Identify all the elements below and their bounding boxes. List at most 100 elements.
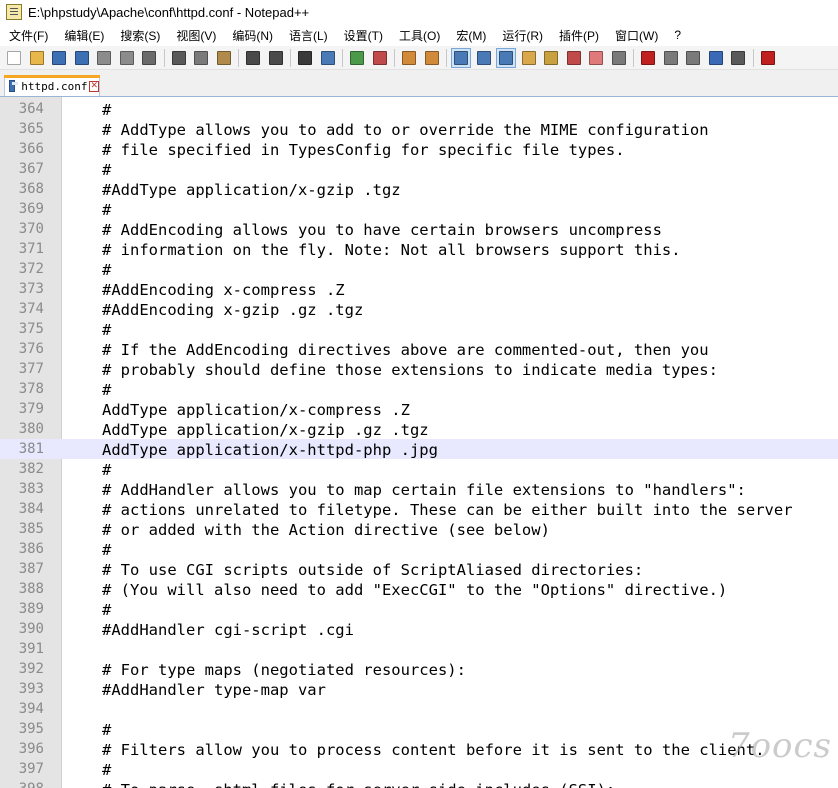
menu-item[interactable]: 工具(O) xyxy=(390,27,447,44)
code-line[interactable]: 387 # To use CGI scripts outside of Scrip… xyxy=(0,559,838,579)
code-line[interactable]: 372 # xyxy=(0,259,838,279)
code-line[interactable]: 381 AddType application/x-httpd-php .jpg xyxy=(0,439,838,459)
code-line[interactable]: 384 # actions unrelated to filetype. Thes… xyxy=(0,499,838,519)
replace-button[interactable] xyxy=(318,48,338,68)
editor[interactable]: 364 #365 # AddType allows you to add to or… xyxy=(0,97,838,788)
code-line[interactable]: 366 # file specified in TypesConfig for s… xyxy=(0,139,838,159)
line-text: # xyxy=(102,721,112,739)
print-button[interactable] xyxy=(139,48,159,68)
doc-map-button[interactable] xyxy=(541,48,561,68)
save-all-button[interactable] xyxy=(72,48,92,68)
code-line[interactable]: 378 # xyxy=(0,379,838,399)
zoom-in-button[interactable] xyxy=(347,48,367,68)
code-line[interactable]: 394 xyxy=(0,699,838,719)
find-button[interactable] xyxy=(295,48,315,68)
code-line[interactable]: 388 # (You will also need to add "ExecCGI… xyxy=(0,579,838,599)
tab-close-icon[interactable]: ✕ xyxy=(89,80,99,92)
menu-item[interactable]: 语言(L) xyxy=(280,27,335,44)
line-text: # or added with the Action directive (se… xyxy=(102,521,550,539)
code-line[interactable]: 391 xyxy=(0,639,838,659)
redo-button[interactable] xyxy=(266,48,286,68)
new-file-button[interactable] xyxy=(4,48,24,68)
code-line[interactable]: 398 # To parse .shtml files for server-si… xyxy=(0,779,838,788)
line-number: 392 xyxy=(18,661,44,677)
menu-item[interactable]: 编码(N) xyxy=(223,27,280,44)
zoom-out-button[interactable] xyxy=(370,48,390,68)
open-file-button[interactable] xyxy=(27,48,47,68)
code-line[interactable]: 371 # information on the fly. Note: Not a… xyxy=(0,239,838,259)
saved-file-icon xyxy=(9,80,19,92)
cut-button[interactable] xyxy=(169,48,189,68)
line-number: 389 xyxy=(18,601,44,617)
play-macro-button[interactable] xyxy=(683,48,703,68)
play-macro-icon xyxy=(686,50,700,65)
sync-horizontal-button[interactable] xyxy=(422,48,442,68)
code-line[interactable]: 397 # xyxy=(0,759,838,779)
save-all-icon xyxy=(74,50,89,65)
sync-vertical-icon xyxy=(402,50,416,65)
code-line[interactable]: 380 AddType application/x-gzip .gz .tgz xyxy=(0,419,838,439)
tab-label: httpd.conf xyxy=(21,79,88,93)
code-line[interactable]: 370 # AddEncoding allows you to have cert… xyxy=(0,219,838,239)
code-line[interactable]: 382 # xyxy=(0,459,838,479)
code-line[interactable]: 367 # xyxy=(0,159,838,179)
show-all-chars-button[interactable] xyxy=(474,48,494,68)
run-macro-multiple-button[interactable] xyxy=(706,48,726,68)
paste-button[interactable] xyxy=(214,48,234,68)
code-line[interactable]: 368 #AddType application/x-gzip .tgz xyxy=(0,179,838,199)
folder-workspace-button[interactable] xyxy=(586,48,606,68)
monitoring-icon xyxy=(611,50,626,65)
title-bar: E:\phpstudy\Apache\conf\httpd.conf - Not… xyxy=(0,0,838,24)
tab-httpd-conf[interactable]: httpd.conf ✕ xyxy=(4,75,100,96)
code-line[interactable]: 379 AddType application/x-compress .Z xyxy=(0,399,838,419)
copy-icon xyxy=(194,50,208,65)
code-line[interactable]: 389 # xyxy=(0,599,838,619)
save-button[interactable] xyxy=(49,48,69,68)
copy-button[interactable] xyxy=(191,48,211,68)
menu-item[interactable]: 设置(T) xyxy=(335,27,390,44)
code-line[interactable]: 385 # or added with the Action directive … xyxy=(0,519,838,539)
code-line[interactable]: 369 # xyxy=(0,199,838,219)
code-line[interactable]: 383 # AddHandler allows you to map certai… xyxy=(0,479,838,499)
menu-item[interactable]: 视图(V) xyxy=(167,27,223,44)
undo-button[interactable] xyxy=(243,48,263,68)
menu-item[interactable]: 宏(M) xyxy=(447,27,493,44)
menu-item[interactable]: ? xyxy=(665,28,688,42)
menu-item[interactable]: 编辑(E) xyxy=(55,27,111,44)
code-line[interactable]: 374 #AddEncoding x-gzip .gz .tgz xyxy=(0,299,838,319)
stop-record-button[interactable] xyxy=(661,48,681,68)
monitoring-button[interactable] xyxy=(609,48,629,68)
code-line[interactable]: 375 # xyxy=(0,319,838,339)
spell-check-button[interactable] xyxy=(758,48,778,68)
menu-item[interactable]: 窗口(W) xyxy=(606,27,665,44)
code-line[interactable]: 365 # AddType allows you to add to or ove… xyxy=(0,119,838,139)
code-line[interactable]: 396 # Filters allow you to process conten… xyxy=(0,739,838,759)
code-line[interactable]: 376 # If the AddEncoding directives above… xyxy=(0,339,838,359)
code-line[interactable]: 392 # For type maps (negotiated resources… xyxy=(0,659,838,679)
code-line[interactable]: 393 #AddHandler type-map var xyxy=(0,679,838,699)
line-number: 374 xyxy=(18,301,44,317)
code-line[interactable]: 386 # xyxy=(0,539,838,559)
close-all-button[interactable] xyxy=(117,48,137,68)
save-icon xyxy=(52,50,66,65)
function-list-button[interactable] xyxy=(564,48,584,68)
language-button[interactable] xyxy=(519,48,539,68)
menu-item[interactable]: 插件(P) xyxy=(550,27,606,44)
close-button[interactable] xyxy=(94,48,114,68)
record-macro-button[interactable] xyxy=(638,48,658,68)
menu-item[interactable]: 运行(R) xyxy=(493,27,550,44)
code-line[interactable]: 390 #AddHandler cgi-script .cgi xyxy=(0,619,838,639)
sync-vertical-button[interactable] xyxy=(399,48,419,68)
save-macro-button[interactable] xyxy=(728,48,748,68)
watermark-logo: 7oocs xyxy=(727,726,832,766)
code-line[interactable]: 377 # probably should define those extens… xyxy=(0,359,838,379)
indent-guide-button[interactable] xyxy=(496,47,516,68)
menu-item[interactable]: 搜索(S) xyxy=(111,27,167,44)
line-number: 367 xyxy=(18,161,44,177)
word-wrap-button[interactable] xyxy=(451,47,471,68)
code-line[interactable]: 395 # xyxy=(0,719,838,739)
code-line[interactable]: 373 #AddEncoding x-compress .Z xyxy=(0,279,838,299)
line-text: # file specified in TypesConfig for spec… xyxy=(102,141,625,159)
menu-item[interactable]: 文件(F) xyxy=(0,27,55,44)
code-line[interactable]: 364 # xyxy=(0,99,838,119)
